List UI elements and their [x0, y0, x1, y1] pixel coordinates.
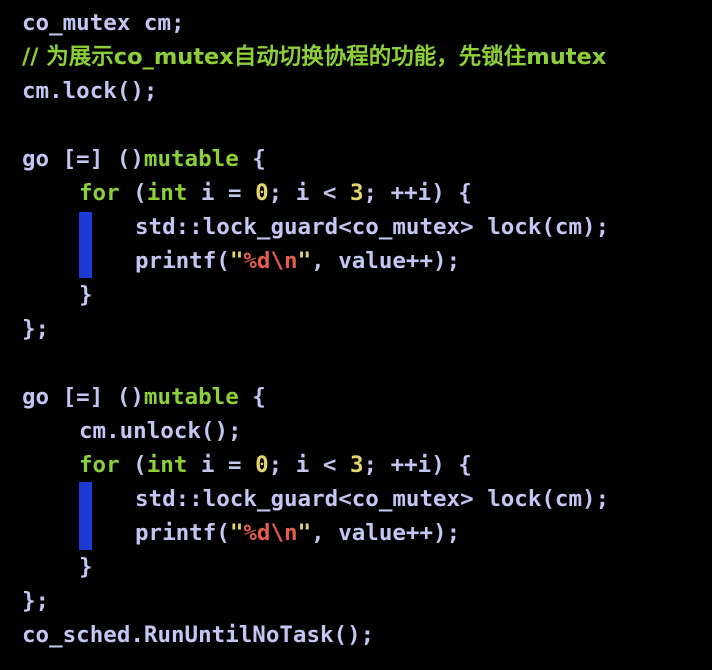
printf-tail: , value++);	[311, 248, 461, 274]
code-line-for-close-1: }	[79, 282, 93, 308]
for-keyword: for	[79, 180, 120, 206]
for-open: (	[119, 452, 147, 478]
for-mid-2: ; i <	[268, 452, 350, 478]
string-quote-close: "	[297, 520, 312, 546]
block-marker-1	[79, 212, 92, 278]
code-line-go-close-2: };	[22, 588, 50, 614]
code-line-printf-1: printf("%d\n", value++);	[135, 244, 460, 278]
code-line-lock-guard-1: std::lock_guard<co_mutex> lock(cm);	[135, 214, 610, 240]
string-quote-open: "	[229, 520, 244, 546]
code-line-unlock: cm.unlock();	[79, 418, 242, 444]
for-mid-1: i =	[187, 180, 256, 206]
code-line-lock-guard-2: std::lock_guard<co_mutex> lock(cm);	[135, 486, 610, 512]
code-line-go-close-1: };	[22, 316, 50, 342]
escape-newline: \n	[270, 520, 298, 546]
for-tail: ; ++i) {	[363, 452, 472, 478]
go-lambda-head: go [=] ()	[22, 146, 144, 172]
mutable-keyword: mutable	[143, 384, 239, 410]
code-line-declare-mutex: co_mutex cm;	[22, 10, 185, 36]
block-marker-2	[79, 482, 92, 550]
int-keyword: int	[146, 180, 188, 206]
printf-tail: , value++);	[311, 520, 461, 546]
number-three: 3	[349, 180, 364, 206]
string-quote-open: "	[229, 248, 244, 274]
number-zero: 0	[255, 452, 269, 478]
code-line-go-block-1: go [=] ()mutable {	[22, 142, 266, 176]
go-lambda-head: go [=] ()	[22, 384, 144, 410]
brace-open: {	[238, 384, 266, 410]
code-editor[interactable]: co_mutex cm; // 为展示co_mutex自动切换协程的功能，先锁住…	[0, 0, 712, 670]
mutable-keyword: mutable	[143, 146, 239, 172]
for-mid-1: i =	[187, 452, 256, 478]
escape-newline: \n	[270, 248, 298, 274]
brace-open: {	[238, 146, 266, 172]
for-tail: ; ++i) {	[363, 180, 472, 206]
code-line-printf-2: printf("%d\n", value++);	[135, 516, 460, 550]
number-zero: 0	[255, 180, 269, 206]
format-specifier: %d	[243, 248, 271, 274]
printf-head: printf(	[135, 520, 230, 546]
code-line-for-loop-1: for (int i = 0; i < 3; ++i) {	[79, 176, 472, 210]
printf-head: printf(	[135, 248, 230, 274]
format-specifier: %d	[243, 520, 271, 546]
for-mid-2: ; i <	[268, 180, 350, 206]
code-line-go-block-2: go [=] ()mutable {	[22, 380, 266, 414]
for-keyword: for	[79, 452, 120, 478]
number-three: 3	[349, 452, 364, 478]
code-line-lock: cm.lock();	[22, 78, 158, 104]
code-line-for-close-2: }	[79, 554, 93, 580]
int-keyword: int	[146, 452, 188, 478]
code-line-run-scheduler: co_sched.RunUntilNoTask();	[22, 622, 375, 648]
code-line-comment: // 为展示co_mutex自动切换协程的功能，先锁住mutex	[22, 44, 607, 70]
for-open: (	[119, 180, 147, 206]
code-line-for-loop-2: for (int i = 0; i < 3; ++i) {	[79, 448, 472, 482]
string-quote-close: "	[297, 248, 312, 274]
